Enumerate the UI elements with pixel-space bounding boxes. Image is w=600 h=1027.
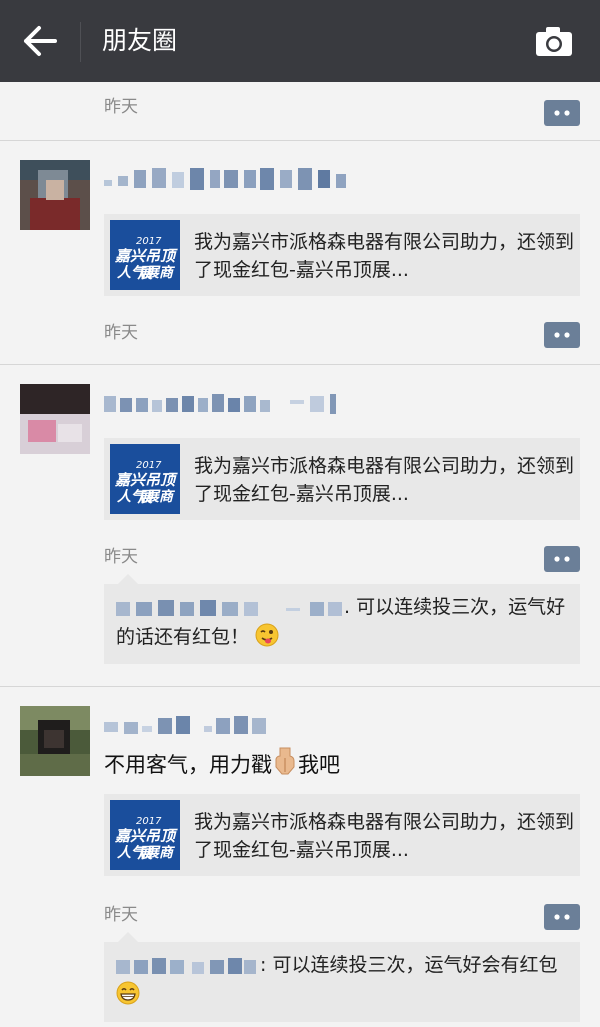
moments-feed[interactable]: 昨天 2017 嘉兴吊顶展 人气展商 我为嘉兴市派格森电器有限公司助力，还领到了… bbox=[0, 82, 600, 1027]
pointing-down-hand-icon bbox=[275, 747, 295, 775]
comment-dots-icon bbox=[544, 904, 580, 930]
header-divider bbox=[80, 22, 81, 62]
camera-button[interactable] bbox=[534, 24, 574, 58]
avatar-image bbox=[20, 160, 90, 230]
page-title: 朋友圈 bbox=[102, 26, 178, 55]
shared-link-title: 我为嘉兴市派格森电器有限公司助力，还领到了现金红包-嘉兴吊顶展... bbox=[194, 811, 575, 861]
top-bar: 朋友圈 bbox=[0, 0, 600, 82]
camera-icon bbox=[536, 27, 572, 56]
comment-action-button[interactable] bbox=[544, 322, 580, 348]
comment[interactable]: . 可以连续投三次，运气好的话还有红包！ bbox=[116, 592, 568, 652]
grinning-emoji-icon bbox=[116, 981, 140, 1005]
nickname-blurred[interactable] bbox=[104, 712, 384, 740]
comment-area: . 可以连续投三次，运气好的话还有红包！ bbox=[104, 574, 580, 664]
post-text-before: 不用客气，用力戳 bbox=[104, 753, 272, 777]
comment[interactable]: : 可以连续投三次，运气好会有红包 bbox=[116, 950, 568, 1010]
avatar[interactable] bbox=[20, 706, 90, 776]
comment-dots-icon bbox=[544, 100, 580, 126]
avatar-image bbox=[20, 384, 90, 454]
post-time: 昨天 bbox=[104, 905, 138, 925]
post-content: 不用客气，用力戳 我吧 bbox=[104, 746, 340, 780]
comment-text: : 可以连续投三次，运气好会有红包 bbox=[260, 954, 558, 976]
post-text-after: 我吧 bbox=[298, 753, 340, 777]
comment-dots-icon bbox=[544, 546, 580, 572]
shared-link-thumbnail: 2017 嘉兴吊顶展 人气展商 bbox=[110, 220, 180, 290]
commenter-name-blurred bbox=[116, 957, 256, 974]
nickname-blurred[interactable] bbox=[104, 390, 384, 418]
shared-link-title: 我为嘉兴市派格森电器有限公司助力，还领到了现金红包-嘉兴吊顶展... bbox=[194, 455, 575, 505]
post-meta: 昨天 bbox=[0, 318, 600, 358]
shared-link-thumbnail: 2017 嘉兴吊顶展 人气展商 bbox=[110, 444, 180, 514]
shared-link-card[interactable]: 2017 嘉兴吊顶展 人气展商 我为嘉兴市派格森电器有限公司助力，还领到了现金红… bbox=[104, 214, 580, 296]
shared-link-card[interactable]: 2017 嘉兴吊顶展 人气展商 我为嘉兴市派格森电器有限公司助力，还领到了现金红… bbox=[104, 794, 580, 876]
nickname-blurred[interactable] bbox=[104, 166, 384, 194]
avatar[interactable] bbox=[20, 384, 90, 454]
post-meta: 昨天 bbox=[0, 900, 600, 940]
shared-link-title: 我为嘉兴市派格森电器有限公司助力，还领到了现金红包-嘉兴吊顶展... bbox=[194, 231, 575, 281]
comment-dots-icon bbox=[544, 322, 580, 348]
post-separator bbox=[0, 140, 600, 141]
post-time: 昨天 bbox=[104, 97, 138, 117]
comment-action-button[interactable] bbox=[544, 546, 580, 572]
post-meta: 昨天 bbox=[0, 92, 600, 132]
back-button[interactable] bbox=[22, 24, 58, 58]
wink-tongue-emoji-icon bbox=[255, 623, 279, 647]
post-separator bbox=[0, 686, 600, 687]
shared-link-card[interactable]: 2017 嘉兴吊顶展 人气展商 我为嘉兴市派格森电器有限公司助力，还领到了现金红… bbox=[104, 438, 580, 520]
comment-area: : 可以连续投三次，运气好会有红包 bbox=[104, 932, 580, 1022]
back-arrow-icon bbox=[24, 26, 57, 56]
avatar-image bbox=[20, 706, 90, 776]
avatar[interactable] bbox=[20, 160, 90, 230]
post-time: 昨天 bbox=[104, 547, 138, 567]
post-time: 昨天 bbox=[104, 323, 138, 343]
post-separator bbox=[0, 364, 600, 365]
comment-action-button[interactable] bbox=[544, 904, 580, 930]
post-meta: 昨天 bbox=[0, 542, 600, 582]
comment-action-button[interactable] bbox=[544, 100, 580, 126]
commenter-name-blurred bbox=[116, 599, 342, 616]
shared-link-thumbnail: 2017 嘉兴吊顶展 人气展商 bbox=[110, 800, 180, 870]
